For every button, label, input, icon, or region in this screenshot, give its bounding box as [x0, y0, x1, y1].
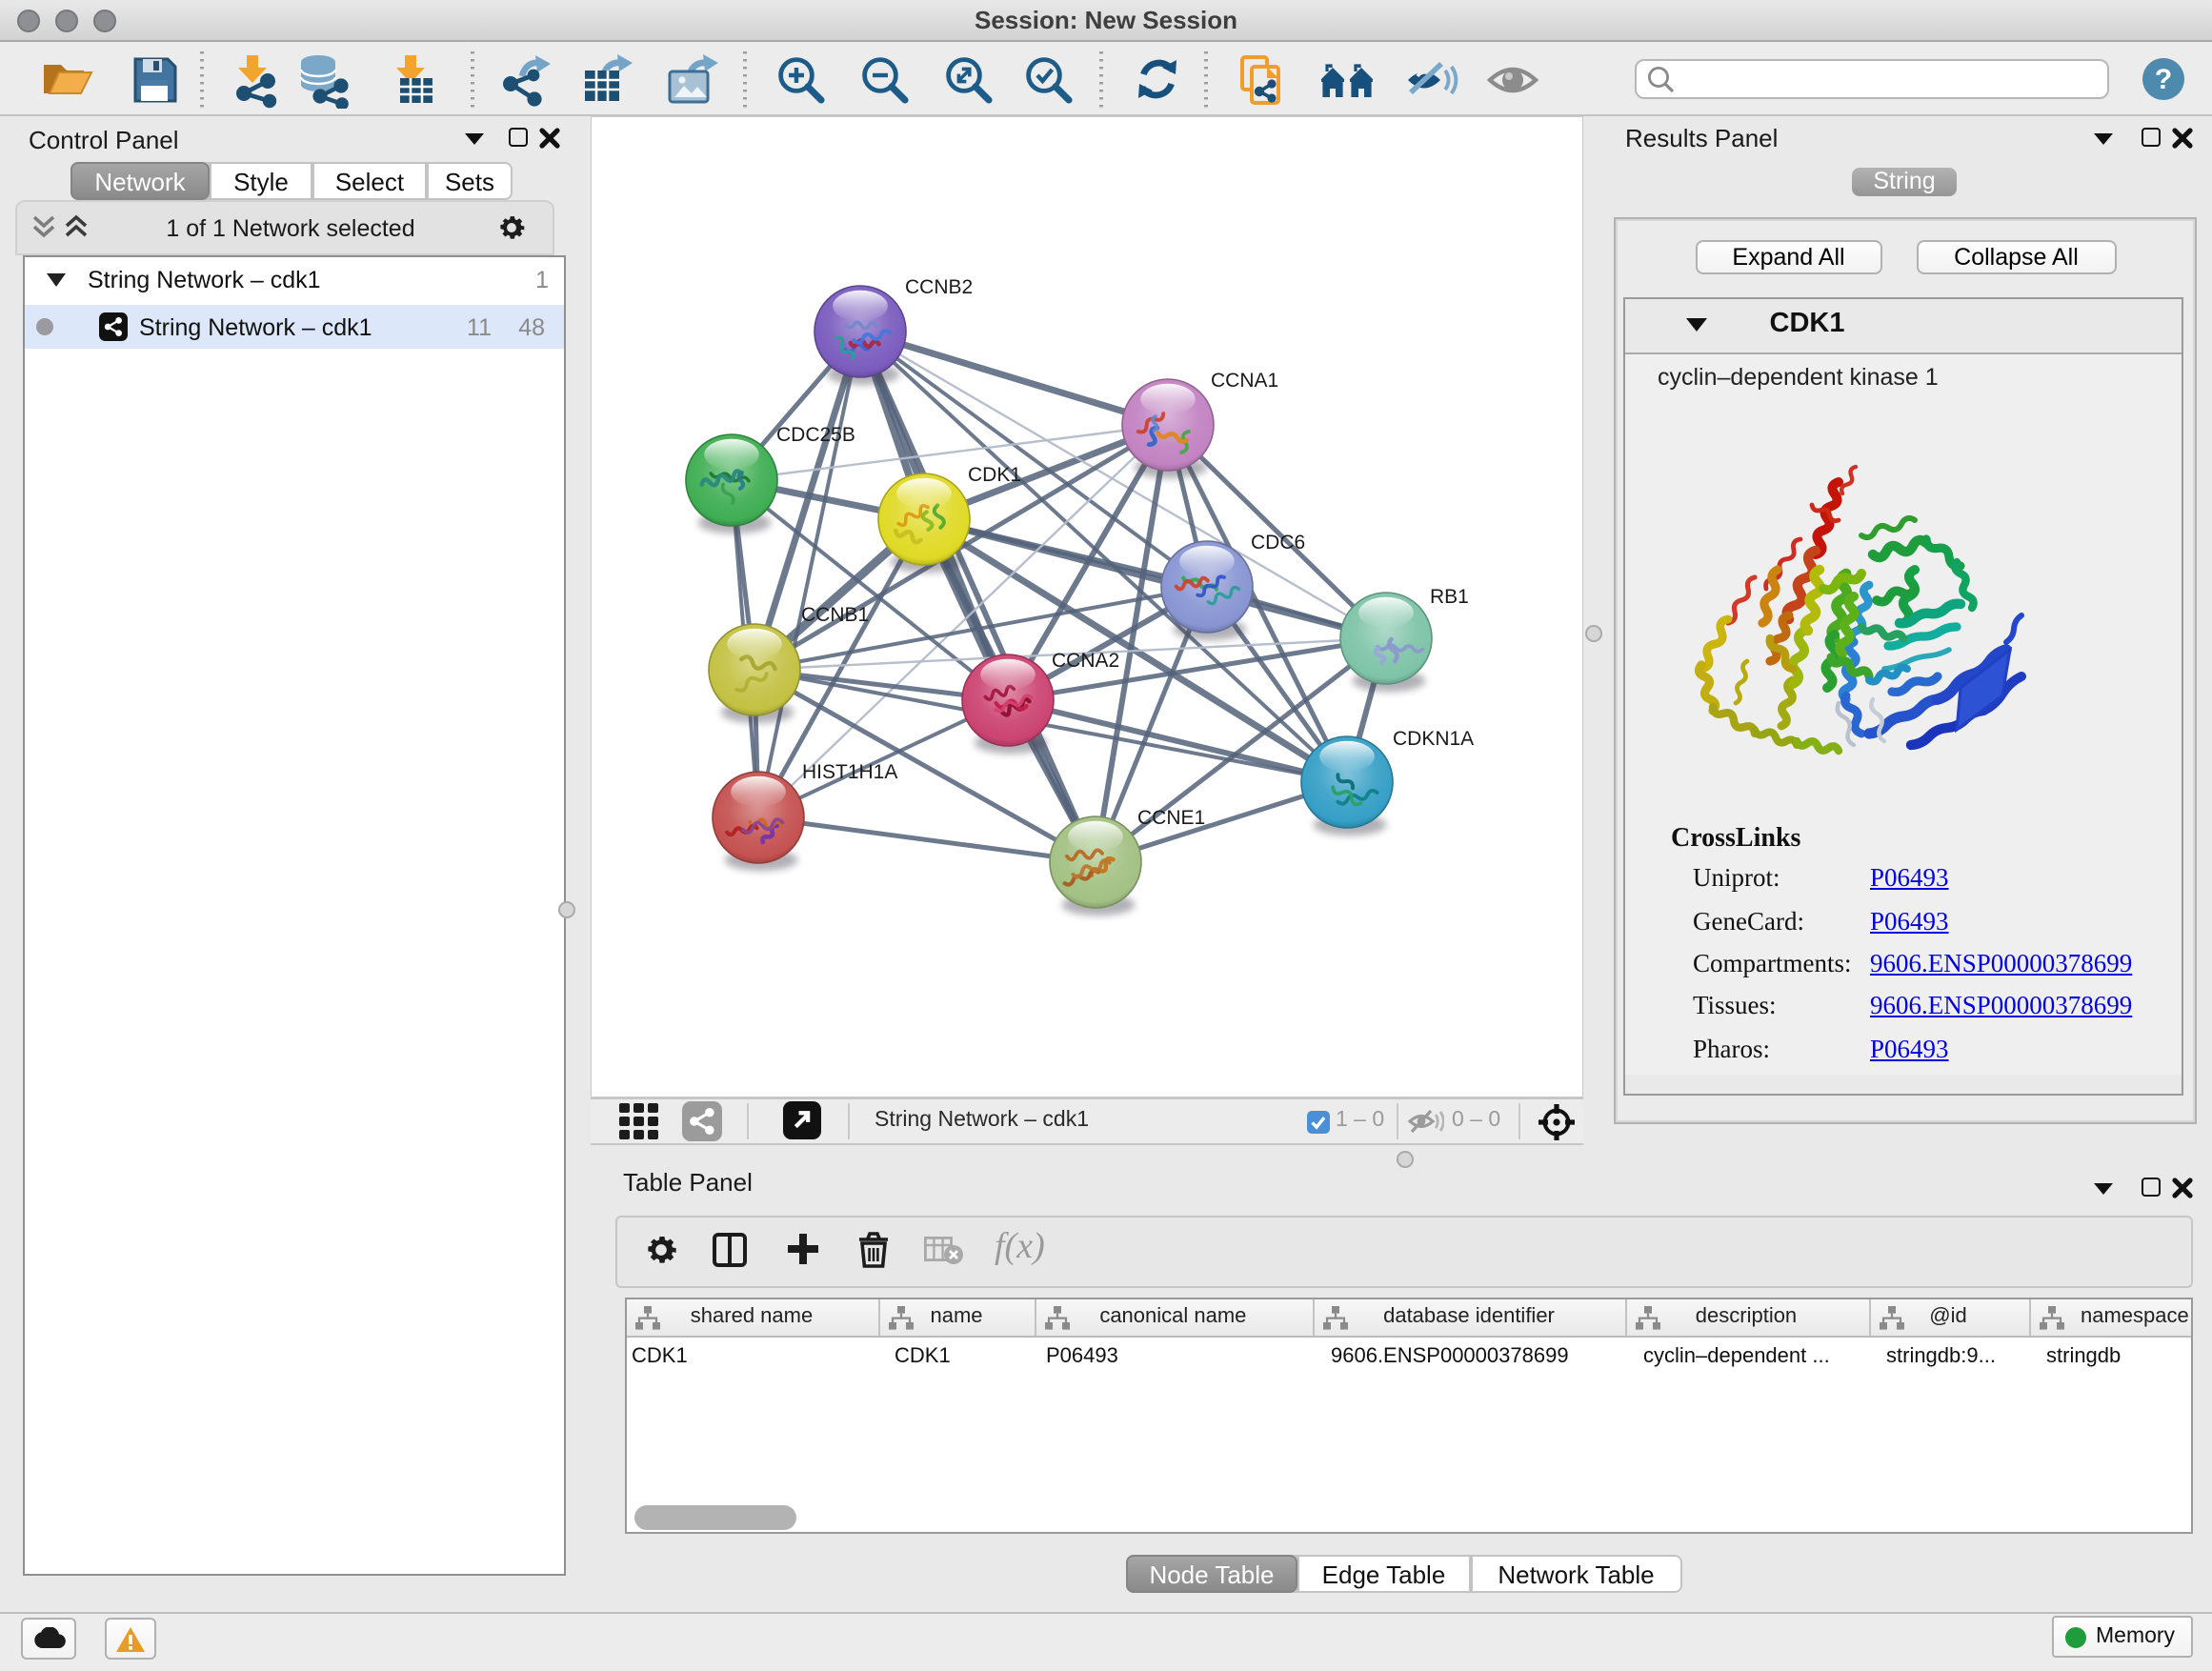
svg-text:CCNA2: CCNA2	[1052, 650, 1119, 672]
svg-text:CDKN1A: CDKN1A	[1393, 728, 1474, 750]
svg-text:CCNB2: CCNB2	[905, 276, 973, 298]
svg-text:CCNE1: CCNE1	[1137, 807, 1205, 829]
svg-text:CCNB1: CCNB1	[801, 604, 869, 626]
svg-text:CCNA1: CCNA1	[1211, 370, 1278, 392]
svg-text:HIST1H1A: HIST1H1A	[802, 761, 897, 783]
svg-text:CDC6: CDC6	[1251, 532, 1305, 554]
svg-text:CDK1: CDK1	[968, 464, 1021, 486]
svg-text:CDC25B: CDC25B	[776, 424, 855, 446]
svg-text:RB1: RB1	[1430, 586, 1469, 608]
svg-text:?: ?	[2155, 64, 2172, 95]
